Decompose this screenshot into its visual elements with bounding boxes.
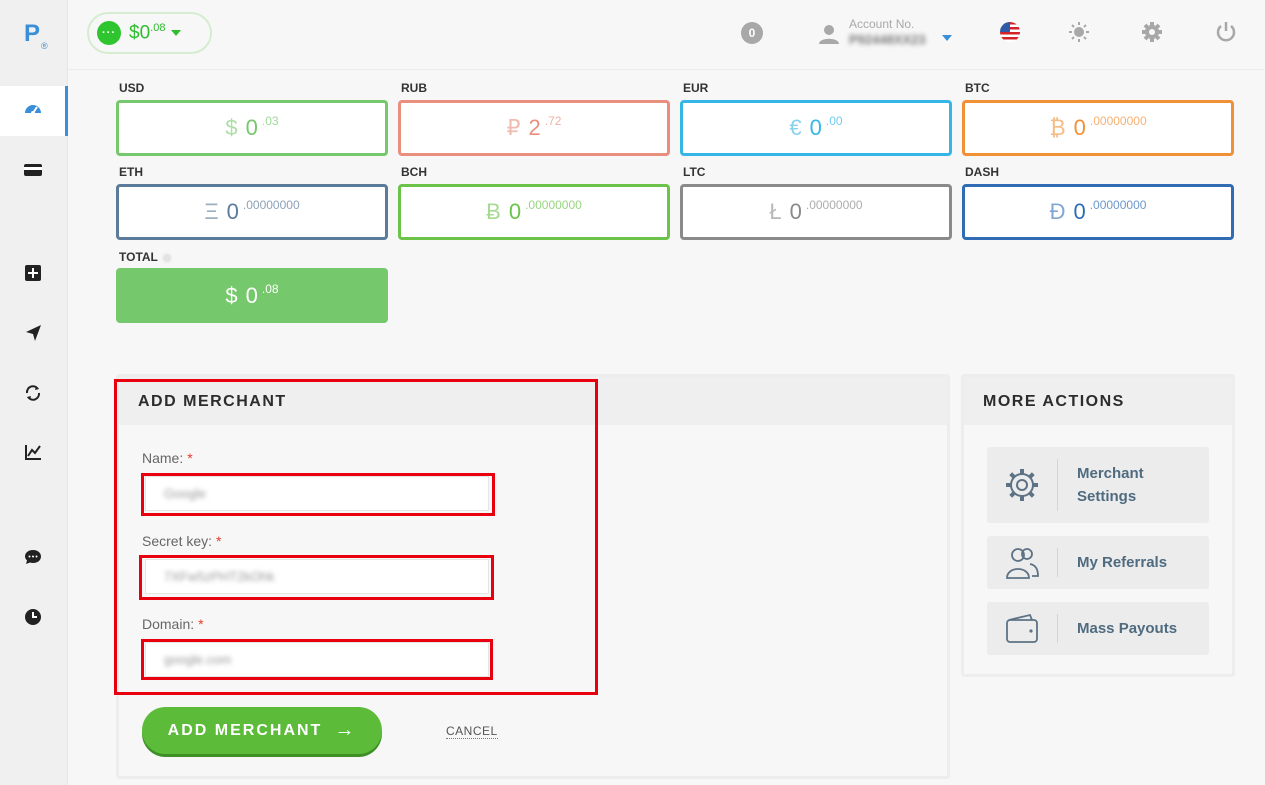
chevron-down-icon	[171, 30, 182, 36]
add-funds-icon[interactable]	[21, 261, 45, 285]
currency-balance: Đ 0.00000000	[1049, 198, 1147, 224]
account-label: Account No.	[849, 17, 915, 31]
wallet-card-icon[interactable]	[21, 158, 45, 182]
name-label: Name: *	[142, 450, 193, 466]
currency-card-bch[interactable]: Ƀ 0.00000000	[398, 184, 670, 240]
highlight-box	[139, 555, 494, 600]
balance-menu-icon: ···	[97, 21, 121, 45]
my-referrals-action[interactable]: My Referrals	[987, 536, 1209, 589]
currency-label-rub: RUB	[401, 81, 427, 95]
divider	[1057, 548, 1058, 577]
top-bar: ··· $0.08 0 Account No. P92448XX23	[68, 0, 1265, 70]
currency-label-btc: BTC	[965, 81, 990, 95]
account-number: P92448XX23	[849, 32, 926, 47]
action-label: Mass Payouts	[1077, 620, 1178, 637]
currency-label-eth: ETH	[119, 165, 143, 179]
balance-amount: $0.08	[129, 21, 166, 44]
currency-balance: Ł 0.00000000	[769, 198, 863, 224]
history-clock-icon[interactable]	[21, 605, 45, 629]
highlight-box	[141, 473, 495, 516]
currency-balance: Ξ 0.00000000	[204, 198, 300, 224]
account-menu[interactable]: Account No. P92448XX23	[818, 17, 958, 53]
currency-balance: $0.03	[225, 114, 279, 140]
action-label: Merchant Settings	[1077, 465, 1144, 505]
domain-label: Domain: *	[142, 616, 204, 632]
currency-balance: ₽2.72	[506, 114, 562, 140]
cancel-link[interactable]: CANCEL	[446, 724, 498, 739]
divider	[1057, 459, 1058, 511]
chat-icon[interactable]	[21, 545, 45, 569]
wallet-icon	[1003, 610, 1041, 648]
currency-balance: ₿ 0.00000000	[1049, 114, 1147, 140]
chevron-down-icon	[942, 35, 952, 41]
currency-label-bch: BCH	[401, 165, 427, 179]
balance-selector[interactable]: ··· $0.08	[87, 12, 212, 54]
divider	[1057, 614, 1058, 643]
total-balance-card: $0.08	[116, 268, 388, 323]
panel-title: MORE ACTIONS	[983, 393, 1125, 410]
mass-payouts-action[interactable]: Mass Payouts	[987, 602, 1209, 655]
sidebar: P®	[0, 0, 68, 785]
user-icon	[819, 25, 839, 44]
currency-label-ltc: LTC	[683, 165, 706, 179]
power-logout-icon[interactable]	[1214, 20, 1238, 44]
currency-label-dash: DASH	[965, 165, 1000, 179]
us-flag-icon[interactable]	[998, 20, 1022, 44]
currency-card-usd[interactable]: $0.03	[116, 100, 388, 156]
users-icon	[1003, 544, 1041, 582]
gear-icon	[1003, 466, 1041, 504]
settings-gear-icon[interactable]	[1140, 20, 1164, 44]
currency-balance: €0.00	[789, 114, 843, 140]
currency-card-eth[interactable]: Ξ 0.00000000	[116, 184, 388, 240]
currency-card-dash[interactable]: Đ 0.00000000	[962, 184, 1234, 240]
info-icon[interactable]	[160, 251, 173, 264]
currency-card-rub[interactable]: ₽2.72	[398, 100, 670, 156]
currency-card-btc[interactable]: ₿ 0.00000000	[962, 100, 1234, 156]
total-label: TOTAL	[119, 250, 173, 264]
secret-key-label: Secret key: *	[142, 533, 222, 549]
arrow-right-icon: →	[334, 719, 357, 741]
notifications-badge[interactable]: 0	[741, 22, 763, 44]
app-logo[interactable]: P®	[24, 20, 48, 51]
action-label: My Referrals	[1077, 554, 1168, 571]
panel-header: MORE ACTIONS	[964, 377, 1232, 425]
stats-chart-icon[interactable]	[21, 440, 45, 464]
dashboard-icon[interactable]	[21, 98, 45, 122]
currency-label-usd: USD	[119, 81, 145, 95]
exchange-icon[interactable]	[21, 381, 45, 405]
merchant-settings-action[interactable]: Merchant Settings	[987, 447, 1209, 523]
add-merchant-button[interactable]: ADD MERCHANT →	[142, 707, 382, 754]
send-icon[interactable]	[21, 321, 45, 345]
highlight-box	[141, 639, 493, 680]
currency-label-eur: EUR	[683, 81, 709, 95]
currency-balance: Ƀ 0.00000000	[486, 198, 582, 224]
currency-card-eur[interactable]: €0.00	[680, 100, 952, 156]
theme-sun-icon[interactable]	[1067, 20, 1091, 44]
currency-card-ltc[interactable]: Ł 0.00000000	[680, 184, 952, 240]
